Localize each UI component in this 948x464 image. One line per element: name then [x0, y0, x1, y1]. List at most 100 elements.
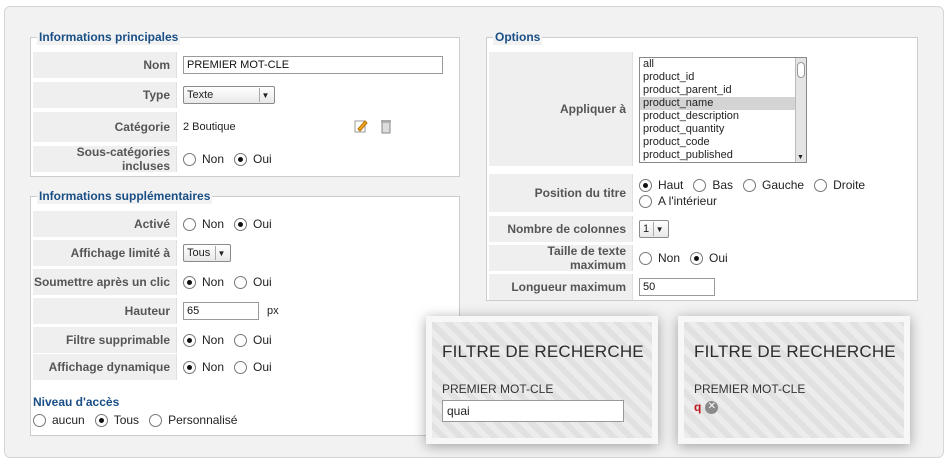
- dynamic-yes-radio[interactable]: [234, 360, 248, 374]
- edit-icon[interactable]: [353, 118, 369, 134]
- trash-icon[interactable]: [379, 118, 393, 134]
- active-label: Activé: [33, 211, 177, 237]
- maxsize-label: Taille de texte maximum: [489, 244, 633, 272]
- access-custom-label: Personnalisé: [168, 413, 238, 427]
- removable-yes-option[interactable]: Oui: [234, 333, 272, 347]
- active-no-option[interactable]: Non: [183, 217, 224, 231]
- pos-left-radio[interactable]: [743, 178, 757, 192]
- dynamic-label: Affichage dynamique: [33, 354, 177, 380]
- subcat-yes-option[interactable]: Oui: [234, 152, 272, 166]
- pos-top-option[interactable]: Haut: [639, 177, 683, 193]
- access-all-radio[interactable]: [94, 413, 108, 427]
- access-all-option[interactable]: Tous: [94, 413, 140, 427]
- listbox-option[interactable]: all: [640, 58, 806, 71]
- dynamic-yes-option[interactable]: Oui: [234, 360, 272, 374]
- maxsize-no-radio[interactable]: [639, 251, 652, 265]
- category-value: 2 Boutique: [183, 121, 236, 133]
- removable-yes-radio[interactable]: [234, 333, 248, 347]
- listbox-option[interactable]: product_id: [640, 71, 806, 84]
- submit-no-label: Non: [202, 275, 225, 289]
- submit-yes-radio[interactable]: [234, 275, 248, 289]
- active-yes-radio[interactable]: [234, 217, 248, 231]
- listbox-scrollbar[interactable]: ▼: [795, 58, 806, 162]
- access-none-option[interactable]: aucun: [33, 413, 85, 427]
- access-level-options: aucun Tous Personnalisé: [33, 413, 247, 427]
- pos-right-radio[interactable]: [814, 178, 828, 192]
- limit-label: Affichage limité à: [33, 240, 177, 266]
- scroll-down-icon[interactable]: ▼: [797, 154, 804, 161]
- submit-no-radio[interactable]: [183, 275, 196, 289]
- subcat-no-radio[interactable]: [183, 152, 196, 166]
- pos-inside-option[interactable]: A l'intérieur: [639, 193, 717, 209]
- pos-bottom-option[interactable]: Bas: [693, 177, 733, 193]
- subcat-yes-radio[interactable]: [234, 152, 248, 166]
- active-row: Activé Non Oui: [33, 211, 459, 237]
- submit-label: Soumettre après un clic: [33, 269, 177, 295]
- pos-top-label: Haut: [658, 178, 684, 192]
- title-pos-row: Position du titre Haut Bas Gauche Droite…: [489, 174, 917, 212]
- type-select[interactable]: Texte ▼: [183, 86, 275, 104]
- pos-left-label: Gauche: [762, 178, 805, 192]
- listbox-option[interactable]: product_parent_id: [640, 84, 806, 97]
- maxsize-no-label: Non: [658, 251, 681, 265]
- type-select-value: Texte: [187, 89, 214, 101]
- clear-icon[interactable]: ✕: [705, 400, 719, 414]
- extra-info-fieldset: Informations supplémentaires Activé Non …: [30, 188, 460, 436]
- access-all-label: Tous: [113, 413, 140, 427]
- chevron-down-icon: ▼: [215, 246, 227, 260]
- submit-yes-option[interactable]: Oui: [234, 275, 272, 289]
- limit-row: Affichage limité à Tous ▼: [33, 240, 459, 266]
- submit-no-option[interactable]: Non: [183, 275, 224, 289]
- preview-title: FILTRE DE RECHERCHE: [442, 342, 644, 361]
- listbox-option[interactable]: product_published: [640, 149, 806, 162]
- listbox-option[interactable]: product_name: [640, 97, 806, 110]
- pos-inside-label: A l'intérieur: [658, 194, 717, 208]
- category-label: Catégorie: [33, 112, 177, 142]
- preview-search-input[interactable]: quai: [442, 400, 624, 422]
- listbox-option[interactable]: product_code: [640, 136, 806, 149]
- submit-yes-label: Oui: [253, 275, 272, 289]
- apply-listbox[interactable]: all product_id product_parent_id product_na…: [639, 57, 807, 163]
- subcat-no-option[interactable]: Non: [183, 152, 224, 166]
- scrollbar-thumb[interactable]: [797, 62, 805, 78]
- listbox-option[interactable]: product_quantity: [640, 123, 806, 136]
- pos-right-option[interactable]: Droite: [814, 177, 865, 193]
- removable-no-radio[interactable]: [183, 333, 196, 347]
- access-custom-radio[interactable]: [149, 413, 163, 427]
- dynamic-no-option[interactable]: Non: [183, 360, 224, 374]
- maxsize-yes-radio[interactable]: [690, 251, 704, 265]
- access-none-radio[interactable]: [33, 413, 46, 427]
- pos-bottom-radio[interactable]: [693, 178, 707, 192]
- removable-label: Filtre supprimable: [33, 327, 177, 353]
- access-custom-option[interactable]: Personnalisé: [149, 413, 237, 427]
- removable-no-option[interactable]: Non: [183, 333, 224, 347]
- maxsize-yes-option[interactable]: Oui: [690, 251, 728, 265]
- columns-label: Nombre de colonnes: [489, 216, 633, 242]
- columns-select-value: 1: [643, 223, 650, 235]
- maxlen-row: Longueur maximum 50: [489, 274, 917, 300]
- pos-inside-radio[interactable]: [639, 194, 652, 208]
- chevron-down-icon: ▼: [259, 88, 271, 102]
- maxlen-input[interactable]: 50: [639, 278, 715, 296]
- subcat-row: Sous-catégories incluses Non Oui: [33, 145, 459, 173]
- name-input[interactable]: PREMIER MOT-CLE: [183, 56, 443, 74]
- pos-top-radio[interactable]: [639, 178, 652, 192]
- type-label: Type: [33, 82, 177, 108]
- preview-active-tag: q ✕: [694, 400, 719, 414]
- columns-row: Nombre de colonnes 1 ▼: [489, 216, 917, 242]
- height-input[interactable]: 65: [183, 302, 259, 320]
- preview-panel-tag: FILTRE DE RECHERCHE PREMIER MOT-CLE q ✕: [678, 316, 910, 444]
- pos-left-option[interactable]: Gauche: [743, 177, 804, 193]
- columns-select[interactable]: 1 ▼: [639, 220, 669, 238]
- title-pos-label: Position du titre: [489, 174, 633, 212]
- limit-select[interactable]: Tous ▼: [183, 244, 231, 262]
- options-fieldset: Options Appliquer à all product_id product…: [486, 29, 918, 301]
- listbox-option[interactable]: product_description: [640, 110, 806, 123]
- subcat-yes-label: Oui: [253, 152, 272, 166]
- active-yes-option[interactable]: Oui: [234, 217, 272, 231]
- dynamic-no-radio[interactable]: [183, 360, 196, 374]
- active-no-radio[interactable]: [183, 217, 196, 231]
- maxsize-no-option[interactable]: Non: [639, 251, 680, 265]
- chevron-down-icon: ▼: [653, 222, 665, 236]
- height-label: Hauteur: [33, 298, 177, 324]
